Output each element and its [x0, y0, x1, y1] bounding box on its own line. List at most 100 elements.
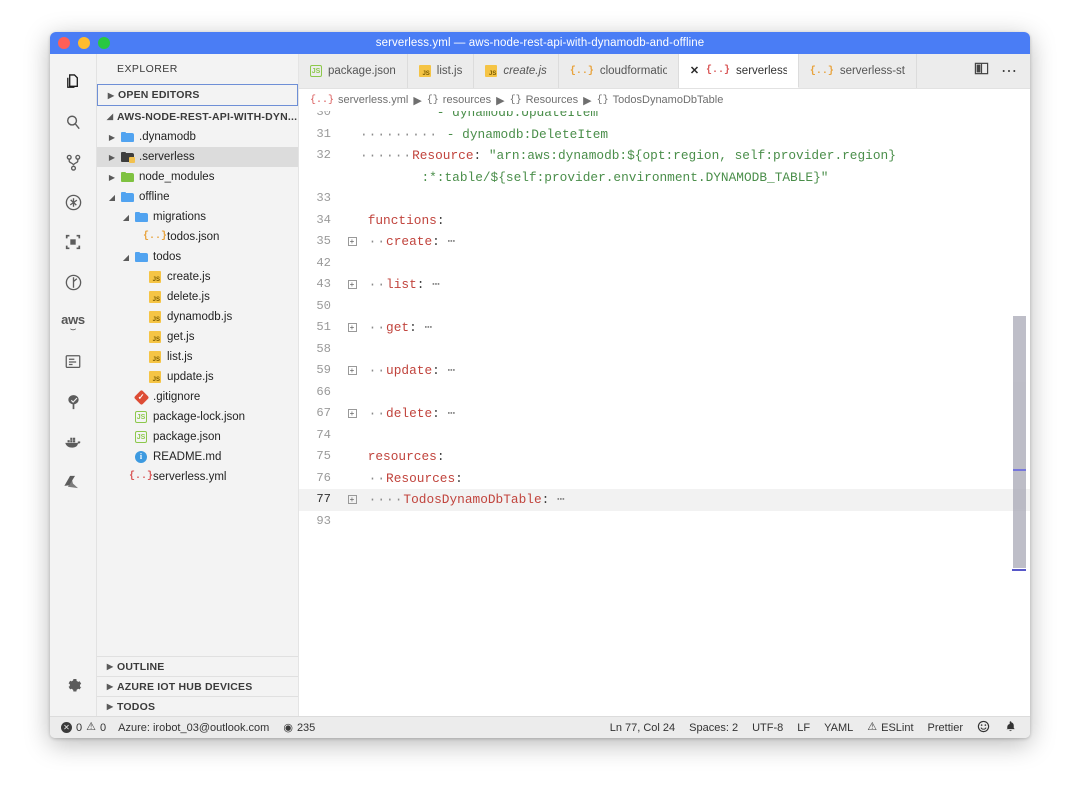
tree-item-package-lock-json[interactable]: JS package-lock.json [97, 407, 298, 427]
bell-icon [1004, 720, 1017, 736]
breadcrumb-item-serverless-yml[interactable]: {..} serverless.yml [310, 94, 408, 106]
code-line-51[interactable]: 51 + ··get: ⋯ [299, 317, 1030, 339]
fold-toggle[interactable]: + [344, 495, 360, 505]
status-prettier[interactable]: Prettier [921, 717, 970, 739]
minimize-window-button[interactable] [78, 37, 90, 49]
outline-section[interactable]: ▶ OUTLINE [97, 656, 298, 676]
tree-item-serverless-yml[interactable]: {..} serverless.yml [97, 467, 298, 487]
code-line-50[interactable]: 50 [299, 296, 1030, 318]
outline-label: OUTLINE [117, 660, 165, 673]
code-line-33[interactable]: 33 [299, 188, 1030, 210]
fold-toggle[interactable]: + [344, 409, 360, 419]
file-tree[interactable]: ▶ .dynamodb ▶ .serverless ▶ node_modules ◢ offl… [97, 127, 298, 656]
status-indentation[interactable]: Spaces: 2 [682, 717, 745, 739]
editor-vertical-scrollbar[interactable] [1013, 316, 1026, 568]
status-azure-account[interactable]: Azure: irobot_03@outlook.com [111, 717, 276, 739]
status-language-mode[interactable]: YAML [817, 717, 860, 739]
code-line-59[interactable]: 59 + ··update: ⋯ [299, 360, 1030, 382]
fold-toggle[interactable]: + [344, 366, 360, 376]
tree-item--dynamodb[interactable]: ▶ .dynamodb [97, 127, 298, 147]
breadcrumb-symbol-icon: {} [426, 94, 439, 106]
code-line-76[interactable]: 76 ··Resources: [299, 468, 1030, 490]
tree-item-list-js[interactable]: JS list.js [97, 347, 298, 367]
code-line-93[interactable]: 93 [299, 511, 1030, 533]
json-icon: {..} [569, 65, 594, 77]
tree-item--gitignore[interactable]: ✓ .gitignore [97, 387, 298, 407]
split-editor-button[interactable] [968, 54, 994, 89]
editor-tab-create-js[interactable]: JS create.js [474, 54, 559, 88]
code-line-34[interactable]: 34 functions: [299, 210, 1030, 232]
tree-item-node-modules[interactable]: ▶ node_modules [97, 167, 298, 187]
activity-aws-explorer[interactable]: aws ⌣ [50, 302, 97, 342]
tree-item-readme-md[interactable]: i README.md [97, 447, 298, 467]
status-eslint[interactable]: ⚠ ESLint [860, 717, 920, 739]
status-notifications[interactable] [997, 717, 1024, 739]
activity-manage-settings[interactable] [50, 666, 97, 706]
tree-item-dynamodb-js[interactable]: JS dynamodb.js [97, 307, 298, 327]
tree-item-update-js[interactable]: JS update.js [97, 367, 298, 387]
code-line-77[interactable]: 77 + ····TodosDynamoDbTable: ⋯ [299, 489, 1030, 511]
code-line-30[interactable]: 30 - dynamodb:UpdateItem [299, 111, 1030, 124]
activity-explorer[interactable] [50, 62, 97, 102]
todos-section[interactable]: ▶ TODOS [97, 696, 298, 716]
activity-search[interactable] [50, 102, 97, 142]
code-line-31[interactable]: 31 ········· - dynamodb:DeleteItem [299, 124, 1030, 146]
tree-item-offline[interactable]: ◢ offline [97, 187, 298, 207]
project-folder-section[interactable]: ◢ AWS-NODE-REST-API-WITH-DYN... [97, 106, 298, 127]
editor-tab-package-json[interactable]: JS package.json [299, 54, 408, 88]
more-actions-button[interactable]: ⋯ [996, 54, 1022, 89]
code-line-43[interactable]: 43 + ··list: ⋯ [299, 274, 1030, 296]
status-feedback[interactable] [970, 717, 997, 739]
breadcrumb-item-resources[interactable]: {} Resources [510, 94, 579, 106]
tree-item-create-js[interactable]: JS create.js [97, 267, 298, 287]
breadcrumb[interactable]: {..} serverless.yml ▶{} resources ▶{} Resourc… [299, 89, 1030, 111]
activity-azure-account[interactable] [50, 462, 97, 502]
vscode-window: serverless.yml — aws-node-rest-api-with-… [50, 32, 1030, 738]
editor-tab-cloudformatio[interactable]: {..} cloudformatio [559, 54, 679, 88]
code-editor[interactable]: 30 - dynamodb:UpdateItem 31 ········· - dy… [299, 111, 1030, 716]
status-eol[interactable]: LF [790, 717, 817, 739]
editor-tab-serverless-st[interactable]: {..} serverless-st [799, 54, 918, 88]
activity-test-explorer[interactable] [50, 262, 97, 302]
activity-extensions[interactable] [50, 222, 97, 262]
tree-item-get-js[interactable]: JS get.js [97, 327, 298, 347]
code-line-75[interactable]: 75 resources: [299, 446, 1030, 468]
activity-docker[interactable] [50, 422, 97, 462]
tree-item--serverless[interactable]: ▶ .serverless [97, 147, 298, 167]
close-tab-icon[interactable]: ✕ [690, 64, 699, 77]
azure-iot-hub-devices-section[interactable]: ▶ AZURE IOT HUB DEVICES [97, 676, 298, 696]
activity-azure-resources[interactable] [50, 382, 97, 422]
fold-toggle[interactable]: + [344, 323, 360, 333]
code-line-67[interactable]: 67 + ··delete: ⋯ [299, 403, 1030, 425]
activity-remote-explorer[interactable] [50, 342, 97, 382]
activity-source-control[interactable] [50, 142, 97, 182]
status-watchers[interactable]: ◉ 235 [276, 717, 322, 739]
yml-icon: {..} [706, 65, 731, 76]
code-line-42[interactable]: 42 [299, 253, 1030, 275]
tree-item-todos[interactable]: ◢ todos [97, 247, 298, 267]
tree-item-package-json[interactable]: JS package.json [97, 427, 298, 447]
close-window-button[interactable] [58, 37, 70, 49]
tree-item-todos-json[interactable]: {..} todos.json [97, 227, 298, 247]
activity-run-and-debug[interactable] [50, 182, 97, 222]
editor-tab-serverless-ym[interactable]: ✕ {..} serverless.ym [678, 54, 799, 88]
tree-item-migrations[interactable]: ◢ migrations [97, 207, 298, 227]
code-line-74[interactable]: 74 [299, 425, 1030, 447]
editor-tab-list-js[interactable]: JS list.js [408, 54, 475, 88]
code-line-35[interactable]: 35 + ··create: ⋯ [299, 231, 1030, 253]
breadcrumb-item-todosdynamodbtable[interactable]: {} TodosDynamoDbTable [597, 94, 724, 106]
breadcrumb-item-resources[interactable]: {} resources [427, 94, 491, 106]
status-encoding[interactable]: UTF-8 [745, 717, 790, 739]
code-line-58[interactable]: 58 [299, 339, 1030, 361]
fold-toggle[interactable]: + [344, 280, 360, 290]
tree-item-delete-js[interactable]: JS delete.js [97, 287, 298, 307]
open-editors-section[interactable]: ▶ OPEN EDITORS [97, 84, 298, 106]
fold-toggle[interactable]: + [344, 237, 360, 247]
code-line-32[interactable]: 32 ······Resource: "arn:aws:dynamodb:${op… [299, 145, 1030, 188]
status-problems[interactable]: ✕ 0 ⚠ 0 [56, 717, 111, 739]
status-cursor-position[interactable]: Ln 77, Col 24 [603, 717, 682, 739]
docker-icon [63, 432, 83, 452]
code-line-66[interactable]: 66 [299, 382, 1030, 404]
line-number: 43 [316, 277, 331, 291]
maximize-window-button[interactable] [98, 37, 110, 49]
